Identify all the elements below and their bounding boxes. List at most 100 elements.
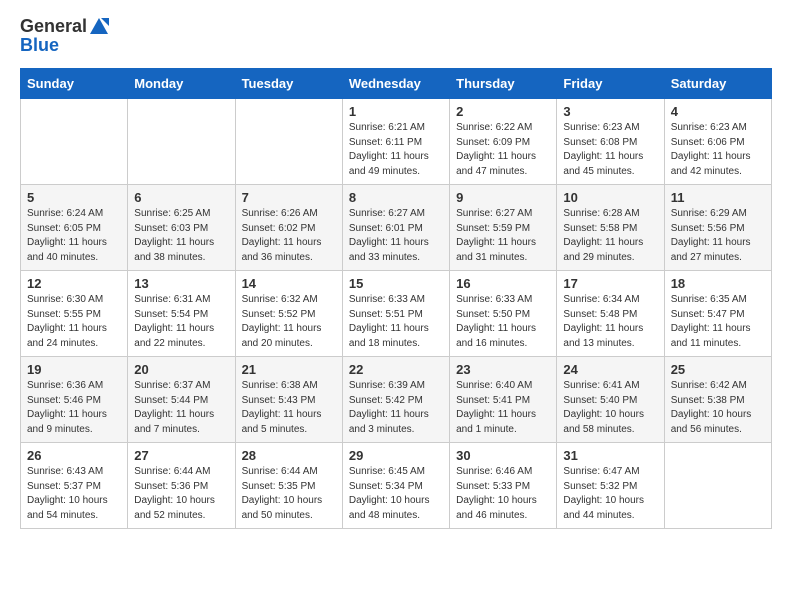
day-info: Sunrise: 6:38 AM Sunset: 5:43 PM Dayligh…	[242, 379, 336, 437]
day-info: Sunrise: 6:39 AM Sunset: 5:42 PM Dayligh…	[349, 379, 443, 437]
logo: General	[20, 16, 109, 37]
day-number: 3	[563, 104, 657, 119]
day-number: 30	[456, 448, 550, 463]
day-info: Sunrise: 6:23 AM Sunset: 6:06 PM Dayligh…	[671, 121, 765, 179]
weekday-thursday: Thursday	[450, 69, 557, 99]
calendar-cell: 6 Sunrise: 6:25 AM Sunset: 6:03 PM Daylig…	[128, 185, 235, 271]
week-row-3: 19 Sunrise: 6:36 AM Sunset: 5:46 PM Dayli…	[21, 357, 772, 443]
day-info: Sunrise: 6:32 AM Sunset: 5:52 PM Dayligh…	[242, 293, 336, 351]
day-info: Sunrise: 6:34 AM Sunset: 5:48 PM Dayligh…	[563, 293, 657, 351]
day-info: Sunrise: 6:26 AM Sunset: 6:02 PM Dayligh…	[242, 207, 336, 265]
day-number: 27	[134, 448, 228, 463]
calendar-cell: 14 Sunrise: 6:32 AM Sunset: 5:52 PM Dayli…	[235, 271, 342, 357]
day-info: Sunrise: 6:40 AM Sunset: 5:41 PM Dayligh…	[456, 379, 550, 437]
day-number: 9	[456, 190, 550, 205]
day-info: Sunrise: 6:42 AM Sunset: 5:38 PM Dayligh…	[671, 379, 765, 437]
calendar-cell: 27 Sunrise: 6:44 AM Sunset: 5:36 PM Dayli…	[128, 443, 235, 529]
page: General Blue SundayMondayTuesdayWednesda…	[0, 0, 792, 612]
calendar-cell: 20Sunrise: 6:37 AM Sunset: 5:44 PM Dayli…	[128, 357, 235, 443]
day-number: 25	[671, 362, 765, 377]
day-number: 6	[134, 190, 228, 205]
day-number: 7	[242, 190, 336, 205]
day-number: 19	[27, 362, 121, 377]
day-info: Sunrise: 6:28 AM Sunset: 5:58 PM Dayligh…	[563, 207, 657, 265]
day-number: 28	[242, 448, 336, 463]
calendar-cell: 15 Sunrise: 6:33 AM Sunset: 5:51 PM Dayli…	[342, 271, 449, 357]
day-info: Sunrise: 6:27 AM Sunset: 5:59 PM Dayligh…	[456, 207, 550, 265]
day-info: Sunrise: 6:24 AM Sunset: 6:05 PM Dayligh…	[27, 207, 121, 265]
calendar-cell: 9 Sunrise: 6:27 AM Sunset: 5:59 PM Daylig…	[450, 185, 557, 271]
day-info: Sunrise: 6:44 AM Sunset: 5:35 PM Dayligh…	[242, 465, 336, 523]
header: General Blue	[20, 16, 772, 56]
day-info: Sunrise: 6:25 AM Sunset: 6:03 PM Dayligh…	[134, 207, 228, 265]
calendar-cell: 3 Sunrise: 6:23 AM Sunset: 6:08 PM Daylig…	[557, 99, 664, 185]
day-number: 26	[27, 448, 121, 463]
week-row-1: 5 Sunrise: 6:24 AM Sunset: 6:05 PM Daylig…	[21, 185, 772, 271]
calendar-cell: 28 Sunrise: 6:44 AM Sunset: 5:35 PM Dayli…	[235, 443, 342, 529]
calendar-cell	[128, 99, 235, 185]
day-number: 24	[563, 362, 657, 377]
day-number: 11	[671, 190, 765, 205]
week-row-4: 26 Sunrise: 6:43 AM Sunset: 5:37 PM Dayli…	[21, 443, 772, 529]
day-number: 1	[349, 104, 443, 119]
day-info: Sunrise: 6:33 AM Sunset: 5:51 PM Dayligh…	[349, 293, 443, 351]
calendar-cell: 5 Sunrise: 6:24 AM Sunset: 6:05 PM Daylig…	[21, 185, 128, 271]
day-number: 15	[349, 276, 443, 291]
calendar-cell: 18 Sunrise: 6:35 AM Sunset: 5:47 PM Dayli…	[664, 271, 771, 357]
calendar-cell	[21, 99, 128, 185]
day-number: 17	[563, 276, 657, 291]
calendar-cell: 4 Sunrise: 6:23 AM Sunset: 6:06 PM Daylig…	[664, 99, 771, 185]
day-number: 8	[349, 190, 443, 205]
day-number: 14	[242, 276, 336, 291]
day-info: Sunrise: 6:30 AM Sunset: 5:55 PM Dayligh…	[27, 293, 121, 351]
weekday-header-row: SundayMondayTuesdayWednesdayThursdayFrid…	[21, 69, 772, 99]
day-number: 16	[456, 276, 550, 291]
day-info: Sunrise: 6:46 AM Sunset: 5:33 PM Dayligh…	[456, 465, 550, 523]
day-number: 5	[27, 190, 121, 205]
day-info: Sunrise: 6:45 AM Sunset: 5:34 PM Dayligh…	[349, 465, 443, 523]
calendar-cell: 30 Sunrise: 6:46 AM Sunset: 5:33 PM Dayli…	[450, 443, 557, 529]
weekday-saturday: Saturday	[664, 69, 771, 99]
week-row-0: 1 Sunrise: 6:21 AM Sunset: 6:11 PM Daylig…	[21, 99, 772, 185]
calendar-cell: 2 Sunrise: 6:22 AM Sunset: 6:09 PM Daylig…	[450, 99, 557, 185]
day-info: Sunrise: 6:44 AM Sunset: 5:36 PM Dayligh…	[134, 465, 228, 523]
calendar-cell	[235, 99, 342, 185]
calendar-cell: 22Sunrise: 6:39 AM Sunset: 5:42 PM Dayli…	[342, 357, 449, 443]
calendar-cell: 23Sunrise: 6:40 AM Sunset: 5:41 PM Dayli…	[450, 357, 557, 443]
calendar-cell: 10Sunrise: 6:28 AM Sunset: 5:58 PM Dayli…	[557, 185, 664, 271]
day-info: Sunrise: 6:31 AM Sunset: 5:54 PM Dayligh…	[134, 293, 228, 351]
logo-blue: Blue	[20, 35, 59, 55]
day-number: 12	[27, 276, 121, 291]
calendar-cell: 24 Sunrise: 6:41 AM Sunset: 5:40 PM Dayli…	[557, 357, 664, 443]
day-number: 4	[671, 104, 765, 119]
day-number: 18	[671, 276, 765, 291]
day-info: Sunrise: 6:43 AM Sunset: 5:37 PM Dayligh…	[27, 465, 121, 523]
day-info: Sunrise: 6:47 AM Sunset: 5:32 PM Dayligh…	[563, 465, 657, 523]
day-info: Sunrise: 6:29 AM Sunset: 5:56 PM Dayligh…	[671, 207, 765, 265]
calendar: SundayMondayTuesdayWednesdayThursdayFrid…	[20, 68, 772, 529]
calendar-cell: 29 Sunrise: 6:45 AM Sunset: 5:34 PM Dayli…	[342, 443, 449, 529]
day-number: 31	[563, 448, 657, 463]
weekday-tuesday: Tuesday	[235, 69, 342, 99]
day-info: Sunrise: 6:33 AM Sunset: 5:50 PM Dayligh…	[456, 293, 550, 351]
day-info: Sunrise: 6:35 AM Sunset: 5:47 PM Dayligh…	[671, 293, 765, 351]
day-number: 29	[349, 448, 443, 463]
day-info: Sunrise: 6:22 AM Sunset: 6:09 PM Dayligh…	[456, 121, 550, 179]
day-number: 21	[242, 362, 336, 377]
day-info: Sunrise: 6:36 AM Sunset: 5:46 PM Dayligh…	[27, 379, 121, 437]
calendar-cell	[664, 443, 771, 529]
day-number: 13	[134, 276, 228, 291]
calendar-cell: 16 Sunrise: 6:33 AM Sunset: 5:50 PM Dayli…	[450, 271, 557, 357]
day-info: Sunrise: 6:21 AM Sunset: 6:11 PM Dayligh…	[349, 121, 443, 179]
day-number: 2	[456, 104, 550, 119]
logo-icon	[89, 17, 109, 37]
calendar-cell: 12 Sunrise: 6:30 AM Sunset: 5:55 PM Dayli…	[21, 271, 128, 357]
day-info: Sunrise: 6:37 AM Sunset: 5:44 PM Dayligh…	[134, 379, 228, 437]
calendar-cell: 25 Sunrise: 6:42 AM Sunset: 5:38 PM Dayli…	[664, 357, 771, 443]
calendar-cell: 21 Sunrise: 6:38 AM Sunset: 5:43 PM Dayli…	[235, 357, 342, 443]
logo-general: General	[20, 16, 87, 37]
day-info: Sunrise: 6:23 AM Sunset: 6:08 PM Dayligh…	[563, 121, 657, 179]
calendar-cell: 7 Sunrise: 6:26 AM Sunset: 6:02 PM Daylig…	[235, 185, 342, 271]
weekday-friday: Friday	[557, 69, 664, 99]
day-info: Sunrise: 6:41 AM Sunset: 5:40 PM Dayligh…	[563, 379, 657, 437]
